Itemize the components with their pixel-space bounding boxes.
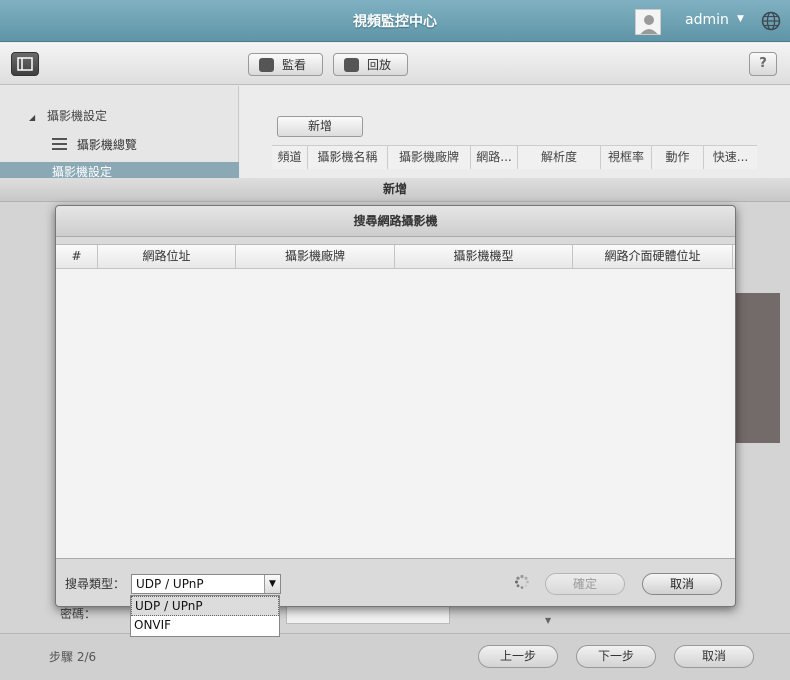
next-button[interactable]: 下一步 bbox=[576, 645, 656, 668]
title-bar: 視頻監控中心 admin ▼ bbox=[0, 0, 790, 42]
globe-icon[interactable] bbox=[761, 11, 781, 31]
column-header[interactable]: 攝影機機型 bbox=[395, 245, 573, 268]
sidebar: ◢ 攝影機設定 攝影機總覽 攝影機設定 bbox=[0, 86, 239, 186]
preview-panel bbox=[736, 293, 780, 443]
column-header[interactable]: 解析度 bbox=[518, 146, 601, 169]
option-onvif[interactable]: ONVIF bbox=[131, 616, 279, 636]
sidebar-group-label: 攝影機設定 bbox=[46, 109, 107, 123]
previous-button[interactable]: 上一步 bbox=[478, 645, 558, 668]
list-icon bbox=[52, 138, 67, 150]
column-header[interactable]: 動作 bbox=[652, 146, 704, 169]
play-icon bbox=[344, 57, 359, 72]
sidebar-item-label: 攝影機總覽 bbox=[76, 138, 137, 152]
scroll-down-icon[interactable]: ▼ bbox=[545, 616, 551, 625]
search-type-select[interactable]: UDP / UPnP ▼ bbox=[131, 574, 281, 594]
panel-toggle-button[interactable] bbox=[11, 52, 39, 76]
toolbar: 監看 回放 ? bbox=[0, 43, 790, 85]
camera-table-header: 頻道 攝影機名稱 攝影機廠牌 網路... 解析度 視框率 動作 快速... bbox=[272, 145, 757, 169]
caret-down-icon[interactable]: ▼ bbox=[737, 14, 744, 24]
column-header[interactable]: 攝影機廠牌 bbox=[236, 245, 395, 268]
username[interactable]: admin bbox=[685, 12, 729, 28]
wizard-footer: 步驟 2/6 上一步 下一步 取消 bbox=[0, 633, 790, 680]
sidebar-group-camera-settings[interactable]: ◢ 攝影機設定 bbox=[29, 107, 107, 124]
column-header[interactable]: 快速... bbox=[704, 146, 757, 169]
sidebar-item-label: 攝影機設定 bbox=[52, 165, 113, 179]
search-results-table: # 網路位址 攝影機廠牌 攝影機機型 網路介面硬體位址 bbox=[56, 244, 735, 559]
search-type-dropdown: UDP / UPnP ONVIF bbox=[130, 595, 280, 637]
column-header[interactable]: 攝影機廠牌 bbox=[388, 146, 471, 169]
wizard-title: 新增 bbox=[0, 178, 790, 202]
option-udp-upnp[interactable]: UDP / UPnP bbox=[131, 596, 279, 616]
wizard-cancel-button[interactable]: 取消 bbox=[674, 645, 754, 668]
column-header[interactable]: 攝影機名稱 bbox=[308, 146, 388, 169]
sidebar-item-camera-overview[interactable]: 攝影機總覽 bbox=[52, 136, 137, 153]
panel-icon bbox=[17, 57, 33, 71]
results-table-header: # 網路位址 攝影機廠牌 攝影機機型 網路介面硬體位址 bbox=[56, 245, 735, 269]
app-title: 視頻監控中心 bbox=[353, 14, 437, 30]
search-type-label: 搜尋類型： bbox=[65, 577, 126, 591]
column-header[interactable]: 視框率 bbox=[601, 146, 652, 169]
chevron-down-icon[interactable]: ▼ bbox=[264, 575, 280, 593]
step-indicator: 步驟 2/6 bbox=[49, 650, 97, 664]
help-button[interactable]: ? bbox=[749, 52, 777, 76]
playback-button[interactable]: 回放 bbox=[333, 53, 408, 76]
selected-search-type: UDP / UPnP bbox=[136, 577, 204, 591]
column-header[interactable]: # bbox=[56, 245, 98, 268]
column-header[interactable]: 網路介面硬體位址 bbox=[573, 245, 733, 268]
column-header[interactable]: 頻道 bbox=[272, 146, 308, 169]
avatar[interactable] bbox=[635, 9, 661, 35]
playback-label: 回放 bbox=[367, 58, 392, 72]
dialog-title: 搜尋網路攝影機 bbox=[56, 206, 735, 237]
user-icon bbox=[636, 10, 660, 34]
column-header[interactable]: 網路... bbox=[471, 146, 518, 169]
collapse-triangle-icon: ◢ bbox=[29, 113, 36, 122]
column-header[interactable]: 網路位址 bbox=[98, 245, 236, 268]
monitor-label: 監看 bbox=[282, 58, 307, 72]
monitor-button[interactable]: 監看 bbox=[248, 53, 323, 76]
add-camera-button[interactable]: 新增 bbox=[277, 116, 363, 137]
monitor-icon bbox=[259, 57, 274, 72]
confirm-button[interactable]: 確定 bbox=[545, 573, 625, 595]
dialog-cancel-button[interactable]: 取消 bbox=[642, 573, 722, 595]
loading-spinner-icon bbox=[515, 574, 529, 589]
search-camera-dialog: 搜尋網路攝影機 # 網路位址 攝影機廠牌 攝影機機型 網路介面硬體位址 搜尋類型… bbox=[55, 205, 736, 607]
password-label: 密碼： bbox=[60, 607, 97, 621]
